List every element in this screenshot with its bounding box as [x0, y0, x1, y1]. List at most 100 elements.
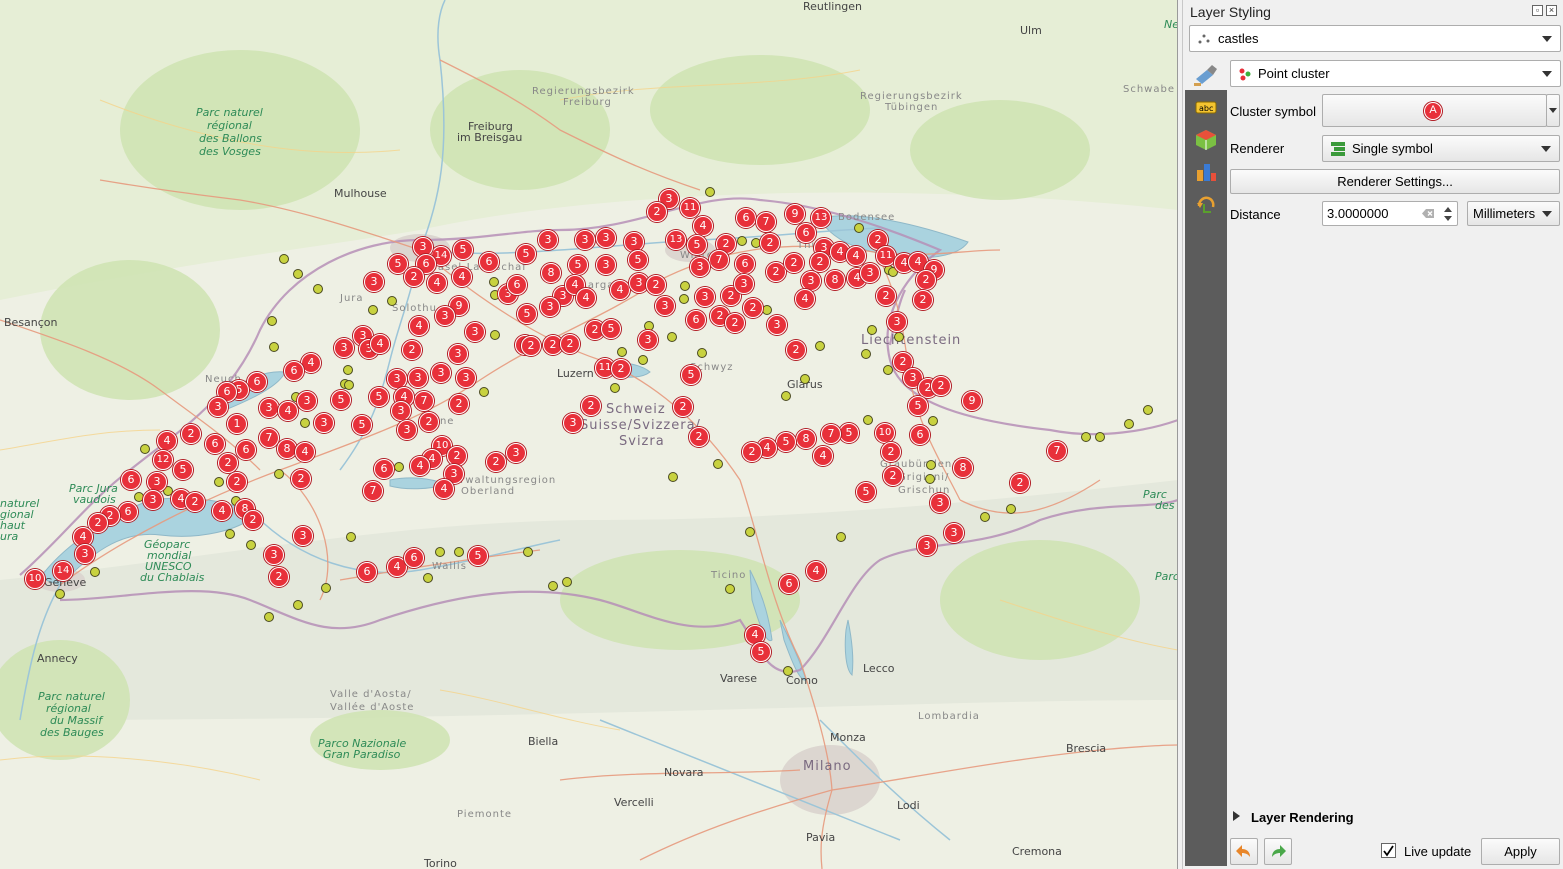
castle-cluster-marker[interactable]: 2: [766, 262, 786, 282]
castle-cluster-marker[interactable]: 1: [227, 414, 247, 434]
map-canvas[interactable]: Reutlingen Ulm Regierungsbezirk Freiburg…: [0, 0, 1178, 869]
castle-cluster-marker[interactable]: 2: [673, 397, 693, 417]
castle-cluster-marker[interactable]: 4: [370, 334, 390, 354]
castle-cluster-marker[interactable]: 6: [779, 574, 799, 594]
castle-cluster-marker[interactable]: 5: [687, 235, 707, 255]
spin-arrows-icon[interactable]: [1441, 204, 1455, 224]
castle-point-marker[interactable]: [638, 355, 648, 365]
undo-button[interactable]: [1230, 838, 1258, 865]
castle-cluster-marker[interactable]: 2: [402, 340, 422, 360]
castle-cluster-marker[interactable]: 14: [53, 561, 73, 581]
castle-point-marker[interactable]: [745, 527, 755, 537]
castle-cluster-marker[interactable]: 3: [638, 330, 658, 350]
castle-point-marker[interactable]: [225, 529, 235, 539]
castle-cluster-marker[interactable]: 8: [953, 458, 973, 478]
castle-cluster-marker[interactable]: 7: [756, 212, 776, 232]
castle-point-marker[interactable]: [313, 284, 323, 294]
castle-cluster-marker[interactable]: 2: [646, 275, 666, 295]
castle-point-marker[interactable]: [883, 365, 893, 375]
clear-icon[interactable]: [1422, 208, 1435, 219]
castle-cluster-marker[interactable]: 2: [913, 290, 933, 310]
castle-cluster-marker[interactable]: 3: [538, 230, 558, 250]
cluster-symbol-button[interactable]: A: [1322, 94, 1547, 127]
castle-point-marker[interactable]: [1143, 405, 1153, 415]
symbology-brush-icon[interactable]: [1193, 63, 1219, 87]
castle-cluster-marker[interactable]: 6: [736, 208, 756, 228]
castle-point-marker[interactable]: [617, 347, 627, 357]
castle-point-marker[interactable]: [548, 581, 558, 591]
castle-point-marker[interactable]: [267, 316, 277, 326]
layer-rendering-section[interactable]: Layer Rendering: [1251, 810, 1354, 825]
castle-point-marker[interactable]: [454, 547, 464, 557]
castle-cluster-marker[interactable]: 5: [352, 415, 372, 435]
castle-cluster-marker[interactable]: 2: [449, 394, 469, 414]
castle-point-marker[interactable]: [836, 532, 846, 542]
castle-cluster-marker[interactable]: 9: [785, 204, 805, 224]
castle-cluster-marker[interactable]: 2: [647, 202, 667, 222]
3d-view-icon[interactable]: [1194, 128, 1218, 152]
castle-cluster-marker[interactable]: 3: [695, 287, 715, 307]
castle-cluster-marker[interactable]: 2: [760, 233, 780, 253]
castle-cluster-marker[interactable]: 6: [404, 548, 424, 568]
castle-cluster-marker[interactable]: 7: [821, 424, 841, 444]
castle-cluster-marker[interactable]: 6: [910, 425, 930, 445]
labels-icon[interactable]: abc: [1194, 96, 1218, 120]
castle-cluster-marker[interactable]: 2: [521, 336, 541, 356]
castle-cluster-marker[interactable]: 3: [334, 338, 354, 358]
castle-cluster-marker[interactable]: 3: [655, 296, 675, 316]
castle-cluster-marker[interactable]: 5: [568, 255, 588, 275]
castle-point-marker[interactable]: [140, 444, 150, 454]
castle-cluster-marker[interactable]: 4: [410, 456, 430, 476]
castle-cluster-marker[interactable]: 2: [419, 412, 439, 432]
float-panel-icon[interactable]: ▫: [1532, 5, 1543, 16]
castle-point-marker[interactable]: [489, 277, 499, 287]
castle-cluster-marker[interactable]: 3: [624, 232, 644, 252]
castle-cluster-marker[interactable]: 4: [693, 216, 713, 236]
castle-cluster-marker[interactable]: 3: [364, 272, 384, 292]
renderer-select[interactable]: Single symbol: [1322, 135, 1560, 162]
castle-cluster-marker[interactable]: 3: [465, 322, 485, 342]
castle-cluster-marker[interactable]: 2: [742, 442, 762, 462]
renderer-type-select[interactable]: Point cluster: [1230, 60, 1561, 87]
castle-point-marker[interactable]: [269, 342, 279, 352]
castle-cluster-marker[interactable]: 2: [218, 453, 238, 473]
castle-cluster-marker[interactable]: 2: [291, 469, 311, 489]
castle-cluster-marker[interactable]: 5: [331, 390, 351, 410]
castle-cluster-marker[interactable]: 3: [408, 368, 428, 388]
castle-cluster-marker[interactable]: 3: [860, 263, 880, 283]
castle-point-marker[interactable]: [894, 332, 904, 342]
castle-cluster-marker[interactable]: 2: [883, 466, 903, 486]
castle-point-marker[interactable]: [725, 584, 735, 594]
castle-cluster-marker[interactable]: 2: [581, 396, 601, 416]
castle-cluster-marker[interactable]: 7: [414, 391, 434, 411]
castle-cluster-marker[interactable]: 4: [813, 446, 833, 466]
castle-point-marker[interactable]: [321, 583, 331, 593]
castle-point-marker[interactable]: [479, 387, 489, 397]
castle-cluster-marker[interactable]: 2: [269, 567, 289, 587]
castle-cluster-marker[interactable]: 3: [264, 545, 284, 565]
castle-point-marker[interactable]: [863, 415, 873, 425]
castle-cluster-marker[interactable]: 2: [725, 313, 745, 333]
castle-cluster-marker[interactable]: 5: [776, 432, 796, 452]
redo-button[interactable]: [1264, 838, 1292, 865]
apply-button[interactable]: Apply: [1481, 838, 1560, 865]
castle-cluster-marker[interactable]: 6: [735, 254, 755, 274]
castle-cluster-marker[interactable]: 7: [1047, 441, 1067, 461]
castle-cluster-marker[interactable]: 2: [916, 270, 936, 290]
castle-cluster-marker[interactable]: 3: [690, 257, 710, 277]
castle-cluster-marker[interactable]: 5: [453, 240, 473, 260]
castle-cluster-marker[interactable]: 8: [796, 429, 816, 449]
castle-point-marker[interactable]: [90, 567, 100, 577]
castle-cluster-marker[interactable]: 2: [185, 492, 205, 512]
distance-input[interactable]: 3.0000000: [1322, 201, 1458, 226]
castle-cluster-marker[interactable]: 5: [856, 482, 876, 502]
castle-cluster-marker[interactable]: 6: [247, 372, 267, 392]
castle-cluster-marker[interactable]: 5: [516, 244, 536, 264]
castle-cluster-marker[interactable]: 5: [751, 642, 771, 662]
castle-cluster-marker[interactable]: 4: [806, 561, 826, 581]
castle-cluster-marker[interactable]: 10: [25, 569, 45, 589]
castle-cluster-marker[interactable]: 6: [121, 470, 141, 490]
castle-point-marker[interactable]: [762, 305, 772, 315]
castle-cluster-marker[interactable]: 4: [795, 289, 815, 309]
castle-point-marker[interactable]: [394, 462, 404, 472]
